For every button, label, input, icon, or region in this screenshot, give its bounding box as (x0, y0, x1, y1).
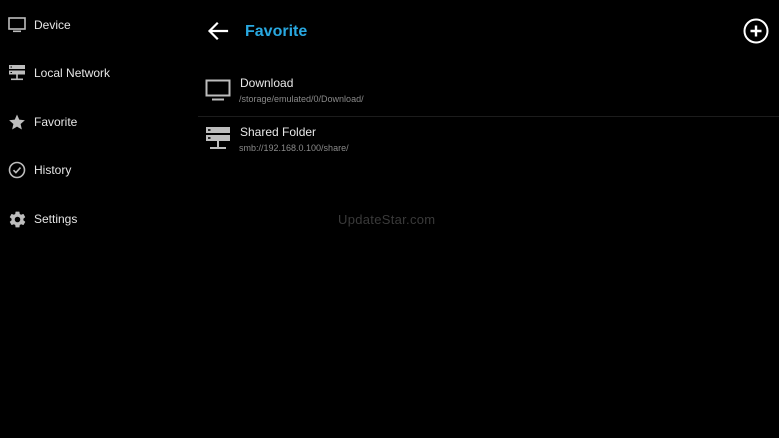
page-title: Favorite (245, 23, 308, 40)
sidebar-item-device[interactable]: Device (0, 7, 190, 43)
favorite-path: /storage/emulated/0/Download/ (239, 94, 364, 104)
list-item[interactable]: Download /storage/emulated/0/Download/ (198, 68, 779, 117)
sidebar-item-favorite[interactable]: Favorite (0, 104, 190, 140)
plus-circle-icon (743, 18, 769, 49)
app-root: Device Local Network Favorite History Se… (0, 0, 779, 438)
sidebar-item-label: History (34, 163, 72, 177)
sidebar-item-settings[interactable]: Settings (0, 201, 190, 237)
back-button[interactable] (205, 20, 231, 46)
monitor-icon (205, 77, 231, 103)
favorites-list: Download /storage/emulated/0/Download/ S… (198, 68, 779, 165)
gear-icon (7, 209, 27, 229)
sidebar-item-label: Settings (34, 212, 78, 226)
network-server-icon (7, 63, 27, 83)
monitor-icon (7, 15, 27, 35)
clock-check-icon (7, 160, 27, 180)
sidebar: Device Local Network Favorite History Se… (0, 0, 190, 438)
sidebar-item-label: Local Network (34, 66, 111, 80)
sidebar-item-history[interactable]: History (0, 152, 190, 188)
watermark-text: UpdateStar.com (338, 212, 436, 227)
arrow-left-icon (207, 21, 229, 46)
star-icon (7, 112, 27, 132)
sidebar-item-local-network[interactable]: Local Network (0, 55, 190, 91)
favorite-name: Download (240, 76, 294, 90)
sidebar-item-label: Device (34, 18, 71, 32)
add-favorite-button[interactable] (742, 18, 770, 49)
favorite-path: smb://192.168.0.100/share/ (239, 143, 349, 153)
favorite-name: Shared Folder (240, 125, 317, 139)
list-item[interactable]: Shared Folder smb://192.168.0.100/share/ (198, 117, 779, 165)
sidebar-item-label: Favorite (34, 115, 78, 129)
network-server-icon (205, 126, 231, 152)
